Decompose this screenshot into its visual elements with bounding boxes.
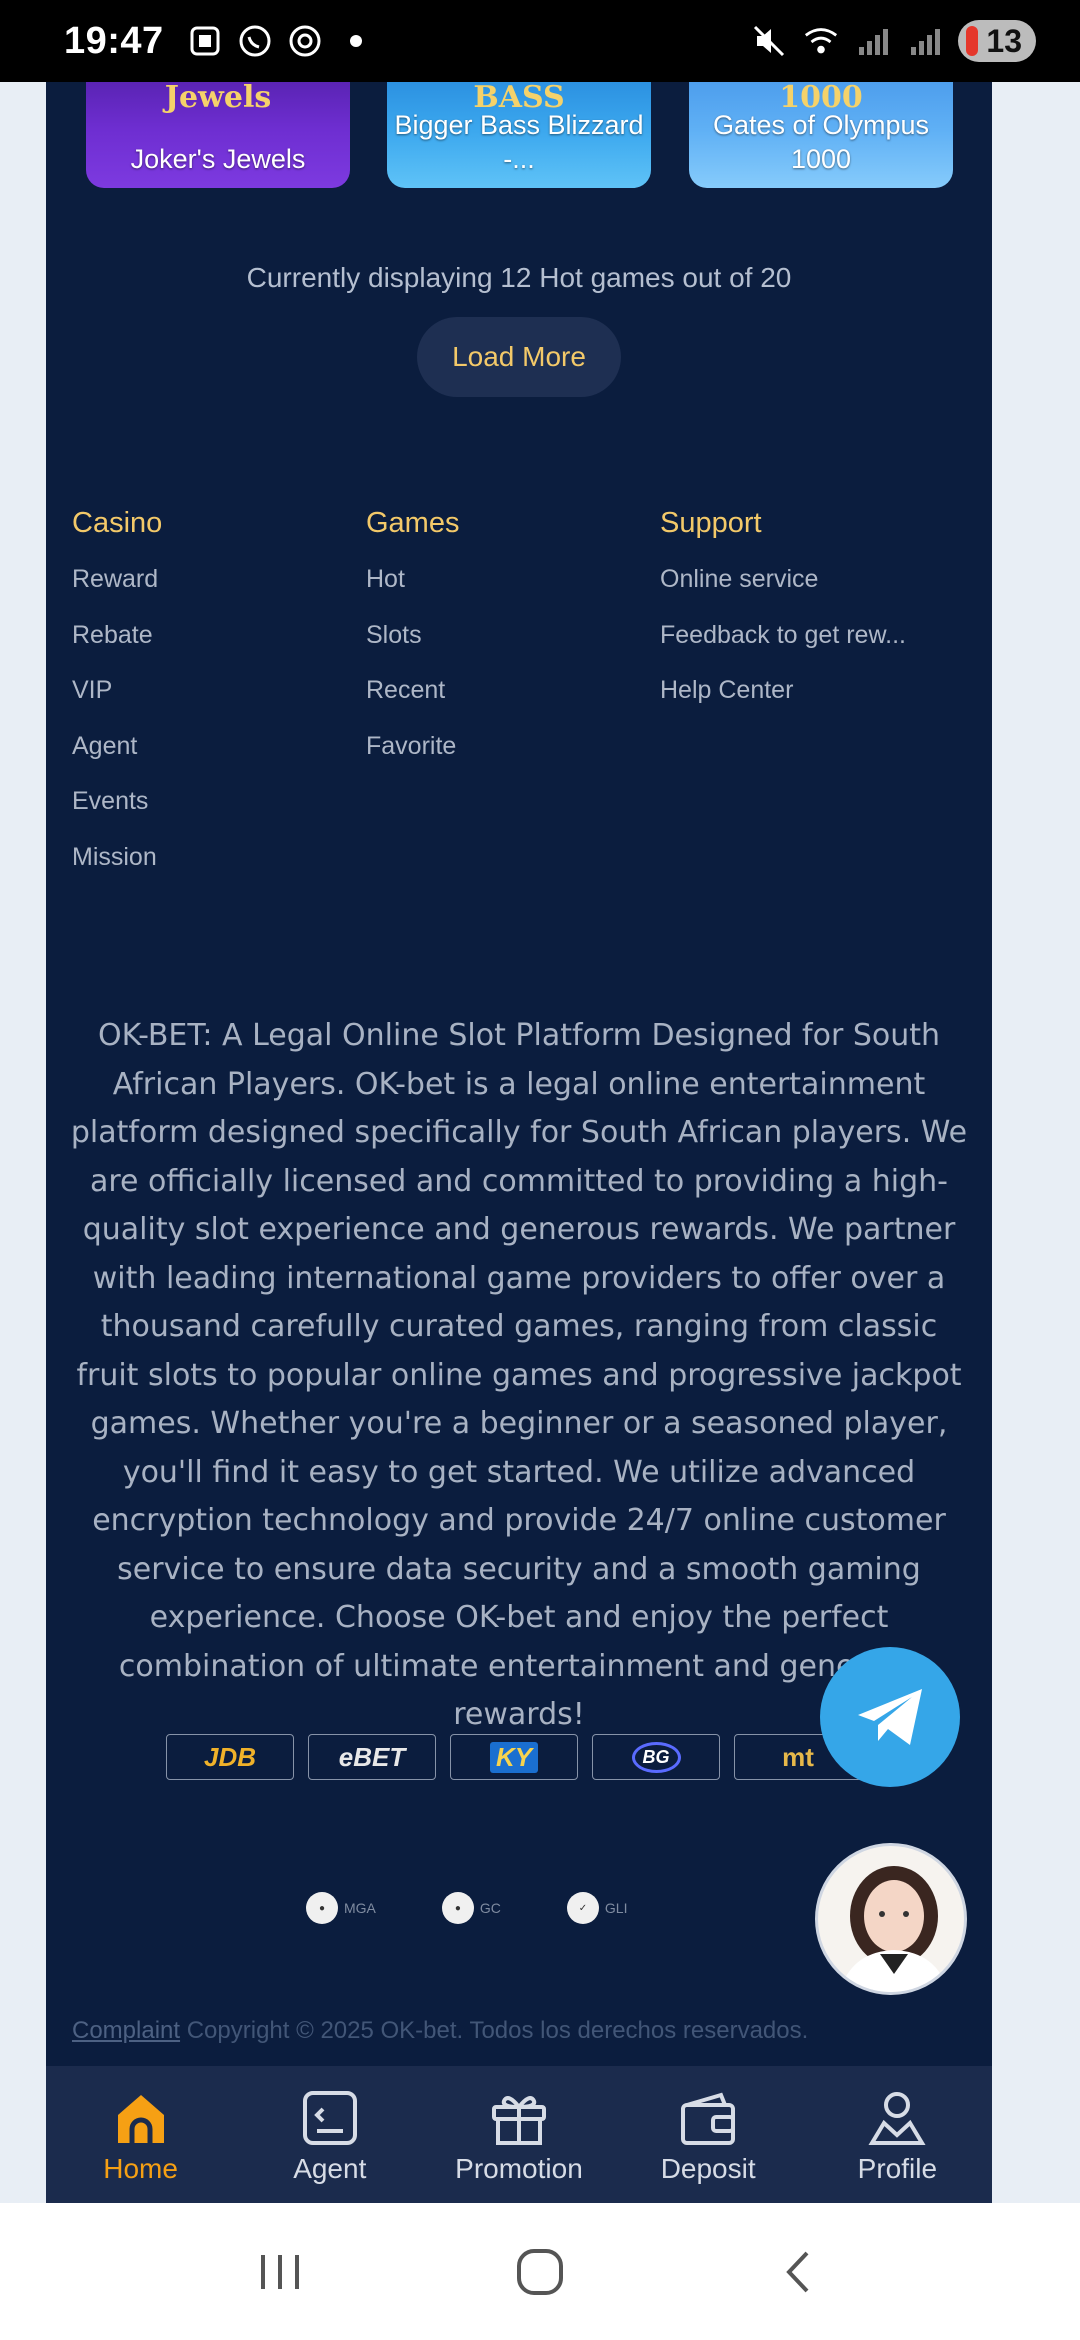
- nav-agent-label: Agent: [293, 2152, 367, 2184]
- provider-logo-bg: BG: [592, 1734, 720, 1780]
- game-name: Bigger Bass Blizzard -...: [394, 110, 644, 174]
- footer-link-rebate[interactable]: Rebate: [72, 618, 366, 674]
- game-name: Gates of Olympus 1000: [712, 110, 930, 174]
- footer-heading-games: Games: [366, 507, 460, 539]
- about-text: OK-BET: A Legal Online Slot Platform Des…: [70, 1018, 968, 1732]
- cert-gc-label: GC: [479, 1900, 501, 1916]
- game-card[interactable]: Jewels Joker's Jewels: [86, 82, 350, 188]
- footer-link-online-service[interactable]: Online service: [660, 562, 954, 618]
- game-card[interactable]: 1000 Gates of Olympus 1000: [689, 82, 953, 188]
- system-navigation-bar: [0, 2203, 1080, 2340]
- profile-icon: [864, 2085, 930, 2151]
- agent-icon: [297, 2085, 363, 2151]
- footer-link-agent[interactable]: Agent: [72, 729, 366, 785]
- footer-column-casino: Casino Reward Rebate VIP Agent Events Mi…: [72, 507, 366, 895]
- nav-home[interactable]: Home: [51, 2085, 231, 2185]
- home-icon: [108, 2085, 174, 2151]
- wallet-icon: [675, 2085, 741, 2151]
- footer-link-help-center[interactable]: Help Center: [660, 673, 954, 729]
- provider-logo-ky-text: KY: [489, 1741, 539, 1773]
- footer-link-events[interactable]: Events: [72, 784, 366, 840]
- nav-agent[interactable]: Agent: [240, 2085, 420, 2185]
- copyright-text: Copyright © 2025 OK-bet. Todos los derec…: [180, 2017, 809, 2044]
- cert-mga-icon: ●: [306, 1892, 338, 1924]
- footer-link-reward[interactable]: Reward: [72, 562, 366, 618]
- footer-link-favorite[interactable]: Favorite: [366, 729, 660, 785]
- games-count-text: Currently displaying 12 Hot games out of…: [246, 262, 792, 293]
- nav-home-label: Home: [103, 2152, 178, 2184]
- signal-icon-2: [906, 22, 944, 60]
- telegram-button[interactable]: [820, 1647, 960, 1787]
- back-icon: [786, 2251, 809, 2292]
- status-time: 19:47: [64, 19, 164, 62]
- signal-icon: [854, 22, 892, 60]
- customer-support-button[interactable]: [815, 1843, 967, 1995]
- load-more-button[interactable]: Load More: [417, 317, 621, 397]
- cert-mga-label: MGA: [344, 1900, 376, 1916]
- game-art: Jewels: [164, 82, 272, 115]
- recent-apps-icon: [261, 2254, 299, 2289]
- bottom-navigation: Home Agent Promotion Deposit Profile: [46, 2066, 992, 2203]
- nav-deposit-label: Deposit: [660, 2152, 756, 2184]
- certification-logos: ● MGA ● GC ✓ GLI: [306, 1892, 627, 1924]
- footer-link-recent[interactable]: Recent: [366, 673, 660, 729]
- complaint-link[interactable]: Complaint: [72, 2017, 180, 2044]
- nav-promotion-label: Promotion: [455, 2152, 583, 2184]
- cert-gli: ✓ GLI: [566, 1892, 628, 1924]
- support-agent-avatar: [839, 1866, 949, 1992]
- provider-logo-jdb: JDB: [166, 1734, 294, 1780]
- hot-games-row: Jewels Joker's Jewels BASS Bigger Bass B…: [46, 82, 992, 188]
- provider-logo-ky: KY: [450, 1734, 578, 1780]
- back-button[interactable]: [760, 2232, 840, 2312]
- footer-heading-casino: Casino: [72, 507, 163, 539]
- home-system-button[interactable]: [500, 2232, 580, 2312]
- telegram-icon: [858, 1689, 922, 1745]
- recent-apps-button[interactable]: [240, 2232, 320, 2312]
- cert-gc-icon: ●: [441, 1892, 474, 1924]
- home-system-icon: [517, 2248, 563, 2295]
- provider-logo-ebet: eBET: [308, 1734, 436, 1780]
- cert-mga: ● MGA: [306, 1892, 376, 1924]
- copyright: Complaint Copyright © 2025 OK-bet. Todos…: [72, 2017, 808, 2045]
- whatsapp-icon: [236, 22, 274, 60]
- footer-column-support: Support Online service Feedback to get r…: [660, 507, 954, 895]
- battery-indicator: 13: [958, 20, 1036, 62]
- notification-dot: [349, 35, 362, 47]
- nav-profile-label: Profile: [857, 2152, 938, 2184]
- game-name: Joker's Jewels: [130, 144, 306, 174]
- gift-icon: [486, 2085, 552, 2151]
- wifi-icon: [802, 22, 840, 60]
- nav-profile[interactable]: Profile: [807, 2085, 987, 2185]
- provider-logos: JDB eBET KY BG mt: [166, 1734, 862, 1780]
- footer-heading-support: Support: [660, 507, 762, 539]
- cert-gli-label: GLI: [604, 1900, 628, 1916]
- nav-promotion[interactable]: Promotion: [429, 2085, 609, 2185]
- footer-column-games: Games Hot Slots Recent Favorite: [366, 507, 660, 895]
- screenshot-icon: [186, 22, 224, 60]
- footer-link-mission[interactable]: Mission: [72, 840, 366, 896]
- footer-links: Casino Reward Rebate VIP Agent Events Mi…: [72, 507, 972, 895]
- cert-gli-icon: ✓: [566, 1892, 599, 1924]
- footer-link-feedback[interactable]: Feedback to get rew...: [660, 618, 954, 674]
- footer-link-slots[interactable]: Slots: [366, 618, 660, 674]
- nav-deposit[interactable]: Deposit: [618, 2085, 798, 2185]
- footer-link-vip[interactable]: VIP: [72, 673, 366, 729]
- messenger-icon: [286, 22, 324, 60]
- mute-icon: [750, 22, 788, 60]
- status-bar: 19:47 13: [0, 0, 1080, 82]
- game-card[interactable]: BASS Bigger Bass Blizzard -...: [387, 82, 651, 188]
- provider-logo-bg-text: BG: [631, 1741, 681, 1773]
- footer-link-hot[interactable]: Hot: [366, 562, 660, 618]
- cert-gc: ● GC: [441, 1892, 501, 1924]
